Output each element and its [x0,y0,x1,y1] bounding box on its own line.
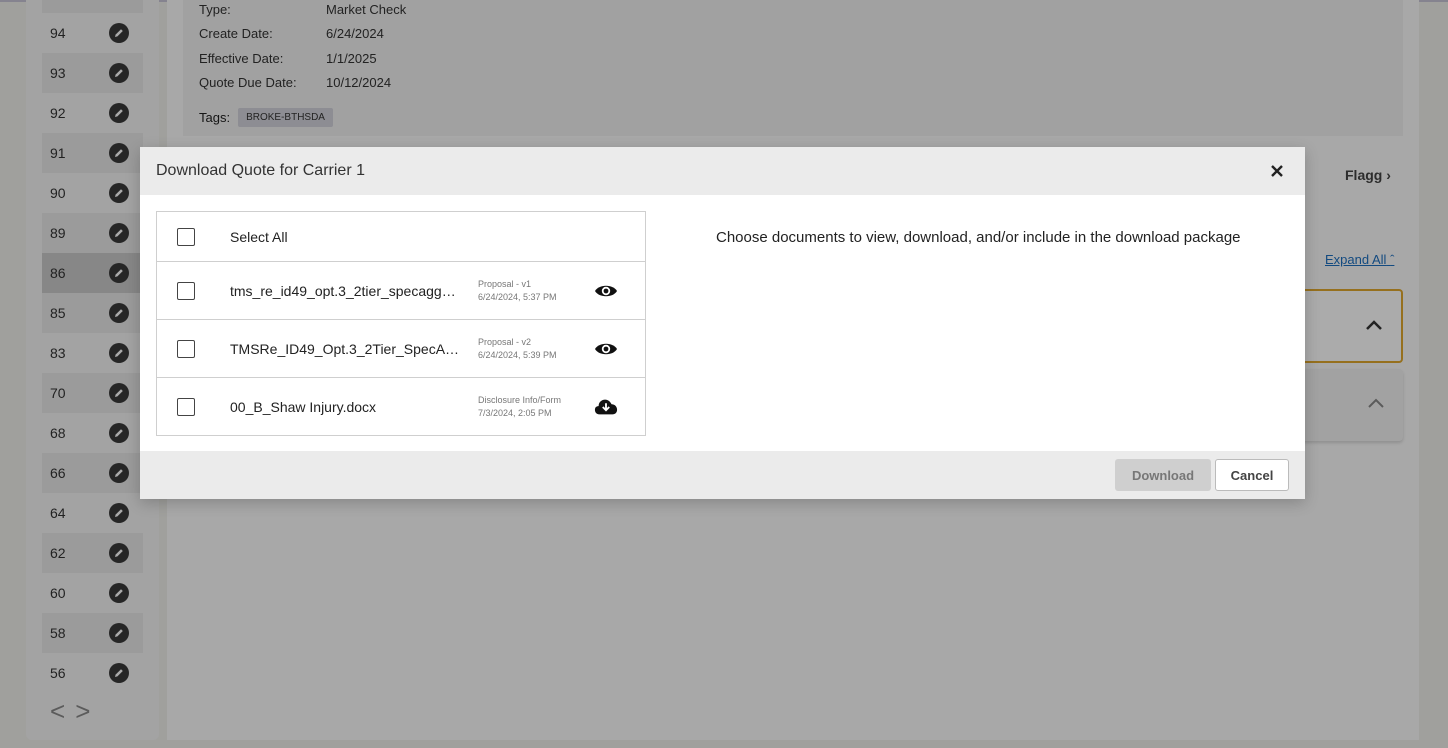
document-type: Proposal - v2 [478,336,532,347]
document-checkbox[interactable] [177,281,195,300]
document-checkbox[interactable] [177,339,195,358]
document-name: TMSRe_ID49_Opt.3_2Tier_SpecAggCorridor [230,340,462,357]
select-all-label: Select All [230,228,288,245]
select-all-row: Select All [157,212,645,261]
document-type: Disclosure Info/Form [478,394,562,405]
dialog-header: Download Quote for Carrier 1 [140,147,1305,195]
document-name: 00_B_Shaw Injury.docx [230,398,377,415]
eye-icon [595,343,617,354]
document-table: Select All tms_re_id49_opt.3_2tier_speca… [156,211,646,436]
close-icon [1271,165,1283,177]
view-button[interactable] [594,279,618,303]
document-date: 6/24/2024, 5:39 PM [478,349,557,360]
document-meta: Disclosure Info/Form 7/3/2024, 2:05 PM [478,394,561,420]
cancel-button[interactable]: Cancel [1215,459,1289,491]
document-meta: Proposal - v2 6/24/2024, 5:39 PM [478,336,557,362]
document-checkbox[interactable] [177,397,195,416]
document-row: tms_re_id49_opt.3_2tier_specaggcorridor … [157,261,645,319]
document-row: TMSRe_ID49_Opt.3_2Tier_SpecAggCorridor P… [157,319,645,377]
document-date: 6/24/2024, 5:37 PM [478,291,557,302]
document-type: Proposal - v1 [478,278,532,289]
document-row: 00_B_Shaw Injury.docx Disclosure Info/Fo… [157,377,645,435]
dialog-title: Download Quote for Carrier 1 [156,162,365,179]
view-button[interactable] [594,337,618,361]
instructions-text: Choose documents to view, download, and/… [716,229,1241,246]
close-button[interactable] [1265,159,1289,183]
download-quote-dialog: Download Quote for Carrier 1 Select All … [140,147,1305,499]
download-button[interactable]: Download [1115,459,1211,491]
document-date: 7/3/2024, 2:05 PM [478,407,552,418]
document-name: tms_re_id49_opt.3_2tier_specaggcorridor [230,282,462,299]
eye-icon [595,285,617,296]
select-all-checkbox[interactable] [177,227,195,246]
cloud-download-icon [594,399,618,414]
document-meta: Proposal - v1 6/24/2024, 5:37 PM [478,278,557,304]
dialog-footer: Download Cancel [140,451,1305,499]
download-file-button[interactable] [594,395,618,419]
